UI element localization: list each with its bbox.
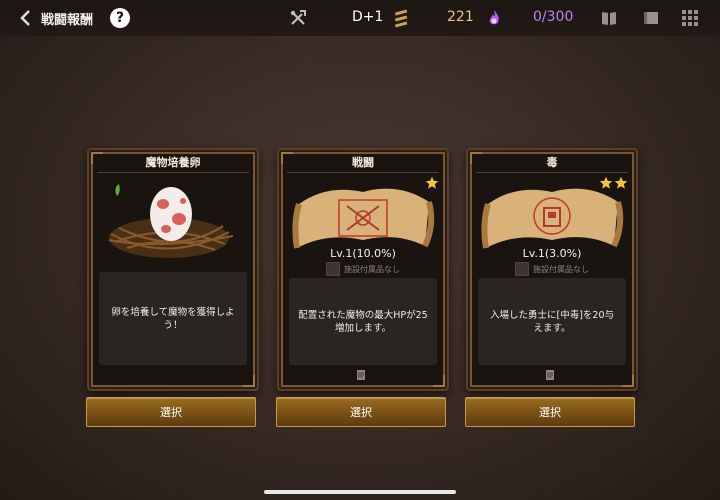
top-bar: 戦闘報酬 ? D+1 221 0/300	[0, 0, 720, 36]
facility-label: 施設付属品なし	[533, 264, 589, 274]
grid-menu-icon[interactable]	[680, 8, 700, 28]
card-description: 配置された魔物の最大HPが25増加します。	[298, 309, 428, 334]
egg-nest-icon	[108, 184, 234, 258]
facility-slot	[515, 262, 529, 276]
facility-slot	[326, 262, 340, 276]
reward-card-poison[interactable]: 毒 Lv.1(3.0%) 施設付属品なし 入場した勇士に[中毒]を20与えます。	[466, 148, 638, 391]
level-text: Lv.1(3.0%)	[522, 247, 582, 260]
scroll-detail-icon[interactable]	[544, 369, 556, 381]
back-arrow-icon[interactable]	[14, 7, 36, 29]
select-button-battle[interactable]: 選択	[276, 397, 446, 427]
select-button-poison[interactable]: 選択	[465, 397, 635, 427]
card-title: 魔物培養卵	[97, 154, 249, 173]
soul-flame-icon	[489, 10, 499, 25]
gold-bars-icon	[394, 9, 408, 28]
gold-amount: 221	[447, 9, 474, 25]
reward-card-egg[interactable]: 魔物培養卵 卵を培養して魔物を獲得しよう！	[87, 148, 259, 391]
card-title: 毒	[476, 154, 628, 173]
reward-card-battle[interactable]: 戦闘 Lv.1(10.0%) 施設付属品なし 配置された魔物の最大HPが25増加…	[277, 148, 449, 391]
monster-count: 0/300	[533, 9, 574, 25]
card-description: 入場した勇士に[中毒]を20与えます。	[489, 309, 614, 334]
select-button-egg[interactable]: 選択	[86, 397, 256, 427]
level-text: Lv.1(10.0%)	[330, 247, 396, 260]
page-title: 戦闘報酬	[41, 13, 94, 28]
home-indicator[interactable]	[264, 490, 456, 494]
facility-row: 施設付属品なし	[468, 262, 636, 276]
facility-label: 施設付属品なし	[344, 264, 400, 274]
description-panel: 卵を培養して魔物を獲得しよう！	[99, 272, 247, 365]
help-icon[interactable]: ?	[110, 8, 130, 28]
crossed-tools-icon	[290, 10, 306, 25]
scroll-detail-icon[interactable]	[355, 369, 367, 381]
card-description: 卵を培養して魔物を獲得しよう！	[111, 306, 235, 331]
facility-row: 施設付属品なし	[279, 262, 447, 276]
day-counter: D+1	[352, 9, 384, 25]
card-title: 戦闘	[287, 154, 439, 173]
description-panel: 入場した勇士に[中毒]を20与えます。	[478, 278, 626, 365]
book-icon[interactable]	[599, 8, 619, 28]
description-panel: 配置された魔物の最大HPが25増加します。	[289, 278, 437, 365]
map-scroll-icon[interactable]	[641, 8, 661, 28]
